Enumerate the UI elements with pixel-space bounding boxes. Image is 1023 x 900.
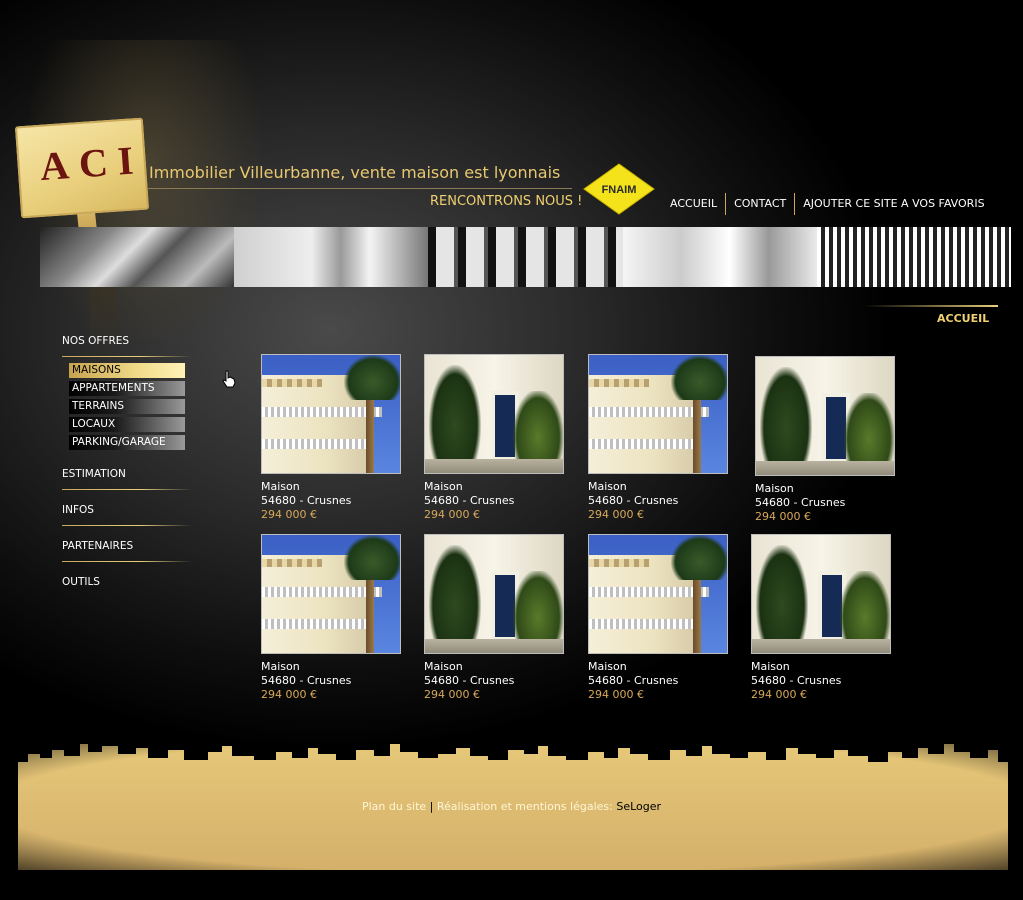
- sidebar-item-appartements[interactable]: APPARTEMENTS: [69, 381, 185, 396]
- listing-price: 294 000 €: [424, 688, 480, 701]
- sidebar-item-locaux[interactable]: LOCAUX: [69, 417, 185, 432]
- listing-caption: Maison 54680 - Crusnes 294 000 €: [424, 654, 566, 702]
- listing-caption: Maison 54680 - Crusnes 294 000 €: [751, 654, 893, 702]
- listing-caption: Maison 54680 - Crusnes 294 000 €: [588, 654, 730, 702]
- listing-card[interactable]: Maison 54680 - Crusnes 294 000 €: [588, 534, 730, 702]
- listing-price: 294 000 €: [261, 508, 317, 521]
- sidebar-item-outils[interactable]: OUTILS: [62, 567, 192, 597]
- listing-card[interactable]: Maison 54680 - Crusnes 294 000 €: [424, 354, 566, 522]
- sidebar-divider: [62, 561, 192, 562]
- footer-mentions-link[interactable]: Réalisation et mentions légales:: [437, 800, 613, 813]
- listing-type: Maison: [261, 660, 300, 673]
- listing-photo[interactable]: [424, 534, 564, 654]
- listing-type: Maison: [755, 482, 794, 495]
- top-navigation: ACCUEIL CONTACT AJOUTER CE SITE A VOS FA…: [662, 193, 993, 215]
- listing-caption: Maison 54680 - Crusnes 294 000 €: [261, 474, 403, 522]
- nav-contact[interactable]: CONTACT: [726, 193, 794, 215]
- listing-card[interactable]: Maison 54680 - Crusnes 294 000 €: [424, 534, 566, 702]
- listing-photo[interactable]: [755, 356, 895, 476]
- listing-caption: Maison 54680 - Crusnes 294 000 €: [261, 654, 403, 702]
- listing-location: 54680 - Crusnes: [261, 674, 352, 687]
- listing-price: 294 000 €: [424, 508, 480, 521]
- sidebar-section: INFOS: [62, 495, 192, 531]
- listing-card[interactable]: Maison 54680 - Crusnes 294 000 €: [261, 534, 403, 702]
- listing-photo[interactable]: [588, 354, 728, 474]
- sidebar-item-infos[interactable]: INFOS: [62, 495, 192, 525]
- banner-photo-balcony: [816, 227, 1011, 287]
- listing-type: Maison: [424, 480, 463, 493]
- listing-price: 294 000 €: [588, 508, 644, 521]
- footer-plan-link[interactable]: Plan du site: [362, 800, 426, 813]
- sidebar-item-terrains[interactable]: TERRAINS: [69, 399, 185, 414]
- listing-location: 54680 - Crusnes: [751, 674, 842, 687]
- sidebar: NOS OFFRES MAISONS APPARTEMENTS TERRAINS…: [62, 334, 236, 603]
- footer-seloger-link[interactable]: SeLoger: [616, 800, 661, 813]
- listing-location: 54680 - Crusnes: [588, 494, 679, 507]
- listing-type: Maison: [261, 480, 300, 493]
- photo-banner: [40, 227, 1011, 287]
- sidebar-divider: [62, 525, 192, 526]
- banner-photo-shutters: [428, 227, 623, 287]
- listing-caption: Maison 54680 - Crusnes 294 000 €: [588, 474, 730, 522]
- sidebar-item-estimation[interactable]: ESTIMATION: [62, 459, 192, 489]
- listing-location: 54680 - Crusnes: [261, 494, 352, 507]
- listing-photo[interactable]: [588, 534, 728, 654]
- offers-submenu: MAISONS APPARTEMENTS TERRAINS LOCAUX PAR…: [62, 357, 192, 459]
- slogan-text: RENCONTRONS NOUS !: [430, 194, 583, 209]
- sidebar-item-partenaires[interactable]: PARTENAIRES: [62, 531, 192, 561]
- listing-photo[interactable]: [751, 534, 891, 654]
- listing-photo[interactable]: [261, 534, 401, 654]
- listing-price: 294 000 €: [755, 510, 811, 523]
- listing-location: 54680 - Crusnes: [424, 494, 515, 507]
- listing-type: Maison: [424, 660, 463, 673]
- listing-type: Maison: [588, 480, 627, 493]
- listing-location: 54680 - Crusnes: [755, 496, 846, 509]
- tagline-divider: [148, 188, 572, 189]
- fnaim-label: FNAIM: [602, 184, 637, 196]
- aci-logo[interactable]: ACI: [14, 112, 150, 253]
- footer-separator: |: [429, 800, 434, 813]
- footer-links: Plan du site | Réalisation et mentions l…: [0, 800, 1023, 813]
- site-tagline: Immobilier Villeurbanne, vente maison es…: [149, 163, 561, 182]
- listing-type: Maison: [751, 660, 790, 673]
- fnaim-logo-icon[interactable]: FNAIM: [582, 162, 656, 216]
- listing-location: 54680 - Crusnes: [588, 674, 679, 687]
- hand-cursor-icon: [222, 370, 236, 392]
- sidebar-divider: [62, 489, 192, 490]
- listing-price: 294 000 €: [751, 688, 807, 701]
- listing-location: 54680 - Crusnes: [424, 674, 515, 687]
- page-title-rule: [864, 305, 998, 307]
- listing-card[interactable]: Maison 54680 - Crusnes 294 000 €: [751, 534, 893, 702]
- listing-card[interactable]: Maison 54680 - Crusnes 294 000 €: [755, 356, 897, 524]
- listing-caption: Maison 54680 - Crusnes 294 000 €: [424, 474, 566, 522]
- listing-card[interactable]: Maison 54680 - Crusnes 294 000 €: [261, 354, 403, 522]
- banner-photo-buildings: [234, 227, 429, 287]
- listing-price: 294 000 €: [261, 688, 317, 701]
- listing-photo[interactable]: [424, 354, 564, 474]
- banner-photo-house: [622, 227, 817, 287]
- listing-card[interactable]: Maison 54680 - Crusnes 294 000 €: [588, 354, 730, 522]
- logo-text: ACI: [38, 136, 145, 190]
- sidebar-section: PARTENAIRES: [62, 531, 192, 567]
- listing-price: 294 000 €: [588, 688, 644, 701]
- page-title: ACCUEIL: [937, 312, 990, 325]
- sidebar-heading-nos-offres[interactable]: NOS OFFRES: [62, 334, 192, 356]
- sidebar-item-maisons[interactable]: MAISONS: [69, 363, 185, 378]
- listing-photo[interactable]: [261, 354, 401, 474]
- nav-add-favorites[interactable]: AJOUTER CE SITE A VOS FAVORIS: [795, 193, 992, 215]
- nav-accueil[interactable]: ACCUEIL: [662, 193, 725, 215]
- sidebar-item-parking-garage[interactable]: PARKING/GARAGE: [69, 435, 185, 450]
- banner-photo-palms: [40, 227, 235, 287]
- sidebar-section: ESTIMATION: [62, 459, 192, 495]
- listing-caption: Maison 54680 - Crusnes 294 000 €: [755, 476, 897, 524]
- listing-type: Maison: [588, 660, 627, 673]
- sidebar-section: OUTILS: [62, 567, 192, 603]
- page-background: ACI Immobilier Villeurbanne, vente maiso…: [0, 0, 1023, 900]
